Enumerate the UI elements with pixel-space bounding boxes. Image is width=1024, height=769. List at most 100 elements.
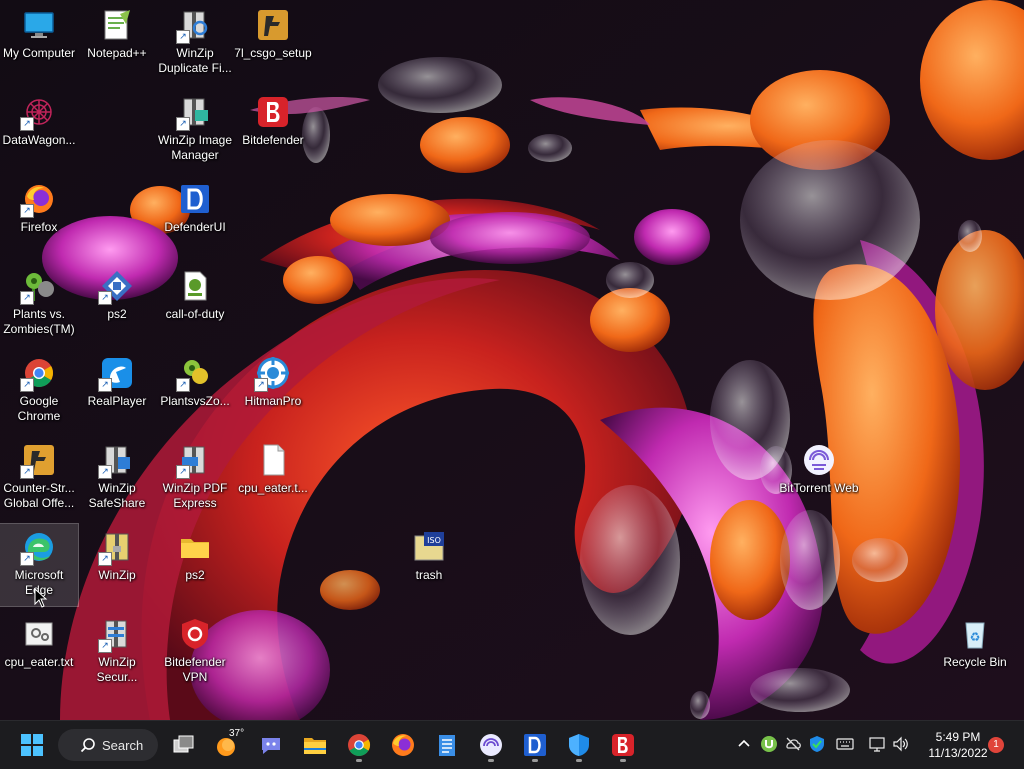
desktop-icon-winzip[interactable]: ↗ WinZip [78, 524, 156, 606]
desktop-icon-label: Counter-Str... Global Offe... [3, 481, 75, 510]
defenderui-taskbar-button[interactable] [516, 727, 554, 763]
realplayer-icon: ↗ [98, 356, 134, 392]
desktop-icon-label: DefenderUI [164, 220, 226, 234]
desktop-icon-firefox[interactable]: ↗ Firefox [0, 176, 78, 258]
teams-chat-button[interactable] [252, 727, 290, 763]
search-label: Search [102, 737, 144, 753]
desktop-icon-my-computer[interactable]: My Computer [0, 2, 78, 84]
shortcut-arrow-icon: ↗ [98, 552, 112, 566]
hitmanpro-icon: ↗ [254, 356, 290, 392]
desktop-icon-label: WinZip SafeShare [88, 481, 146, 510]
desktop-icon-label: My Computer [2, 46, 76, 60]
chrome-icon [348, 734, 370, 756]
shortcut-arrow-icon: ↗ [20, 465, 34, 479]
desktop-icon-hitmanpro[interactable]: ↗ HitmanPro [234, 350, 312, 432]
desktop-icon-bitdefender[interactable]: Bitdefender [234, 89, 312, 171]
tray-utorrent[interactable] [758, 733, 780, 755]
desktop-icon-realplayer[interactable]: ↗ RealPlayer [78, 350, 156, 432]
notification-badge[interactable]: 1 [988, 737, 1004, 753]
desktop-icon-label: call-of-duty [165, 307, 225, 321]
bitdefender-vpn-icon [178, 617, 212, 651]
shortcut-arrow-icon: ↗ [20, 204, 34, 218]
weather-temperature: 37° [229, 728, 245, 739]
firefox-taskbar-button[interactable] [384, 727, 422, 763]
desktop-icon-defenderui[interactable]: DefenderUI [156, 176, 234, 258]
windows-security-taskbar-button[interactable] [560, 727, 598, 763]
winzip-pdf-express-icon: ↗ [176, 443, 212, 479]
desktop-icon-label: Bitdefender [242, 133, 304, 147]
notepad-taskbar-button[interactable] [428, 727, 466, 763]
task-view-button[interactable] [164, 727, 202, 763]
shortcut-arrow-icon: ↗ [98, 639, 112, 653]
winzip-icon: ↗ [98, 530, 134, 566]
desktop-icon-plantsvszombies-2[interactable]: ↗ PlantsvsZo... [156, 350, 234, 432]
settings-file-icon [22, 617, 56, 651]
tray-cloud-offline[interactable] [782, 733, 804, 755]
shortcut-arrow-icon: ↗ [176, 465, 190, 479]
desktop-icon-winzip-pdf-express[interactable]: ↗ WinZip PDF Express [156, 437, 234, 519]
desktop-icon-winzip-image-manager[interactable]: ↗ WinZip Image Manager [156, 89, 234, 171]
plants-vs-zombies-icon: ↗ [176, 356, 212, 392]
tray-security[interactable] [806, 733, 828, 755]
desktop-icon-label: ps2 [107, 307, 127, 321]
start-icon [21, 734, 43, 756]
desktop-icon-cpu-eater-txt[interactable]: cpu_eater.txt [0, 611, 78, 693]
desktop-icon-ps2-folder[interactable]: ps2 [156, 524, 234, 606]
csgo-setup-icon [256, 8, 290, 42]
running-indicator [620, 759, 626, 762]
file-explorer-icon [304, 738, 326, 754]
edge-icon: ↗ [20, 530, 56, 566]
task-view-icon [173, 735, 194, 753]
start-button[interactable] [13, 727, 51, 763]
defenderui-icon [524, 734, 546, 756]
taskbar-clock[interactable]: 5:49 PM 11/13/2022 [918, 729, 998, 761]
desktop-icon-datawagon[interactable]: ↗ DataWagon... [0, 89, 78, 171]
bitdefender-icon [612, 734, 634, 756]
desktop-icon-notepad-plus-plus[interactable]: Notepad++ [78, 2, 156, 84]
winzip-secure-icon: ↗ [98, 617, 134, 653]
ps2-emulator-icon: ↗ [98, 269, 134, 305]
tray-network[interactable] [866, 733, 888, 755]
desktop-icon-label: Plants vs. Zombies(TM) [3, 307, 75, 336]
desktop-icon-bitdefender-vpn[interactable]: Bitdefender VPN [156, 611, 234, 693]
desktop-icon-label: cpu_eater.txt [4, 655, 74, 669]
file-explorer-button[interactable] [296, 727, 334, 763]
desktop-icon-csgo-setup[interactable]: 7l_csgo_setup [234, 2, 312, 84]
show-hidden-icons-button[interactable] [733, 733, 755, 755]
desktop-icon-google-chrome[interactable]: ↗ Google Chrome [0, 350, 78, 432]
tray-keyboard[interactable] [834, 733, 856, 755]
desktop-icon-plants-vs-zombies[interactable]: ↗ Plants vs. Zombies(TM) [0, 263, 78, 345]
desktop-icon-winzip-secure[interactable]: ↗ WinZip Secur... [78, 611, 156, 693]
taskbar: Search 37° 5:49 PM 11/13/2022 1 [0, 720, 1024, 769]
teams-chat-icon [262, 738, 280, 754]
bitdefender-taskbar-button[interactable] [604, 727, 642, 763]
firefox-icon: ↗ [20, 182, 56, 218]
shortcut-arrow-icon: ↗ [98, 378, 112, 392]
desktop-icon-label: Bitdefender VPN [164, 655, 226, 684]
chrome-taskbar-button[interactable] [340, 727, 378, 763]
desktop-icon-cpu-eater-t[interactable]: cpu_eater.t... [234, 437, 312, 519]
desktop-icon-recycle-bin[interactable]: ♻ Recycle Bin [936, 611, 1014, 693]
desktop-icon-counter-strike[interactable]: ↗ Counter-Str... Global Offe... [0, 437, 78, 519]
desktop-icon-bittorrent-web[interactable]: BitTorrent Web [779, 437, 859, 519]
running-indicator [356, 759, 362, 762]
chevron-up-icon [738, 739, 750, 747]
winzip-image-manager-icon: ↗ [176, 95, 212, 131]
datawagon-icon: ↗ [20, 95, 56, 131]
desktop-icon-ps2-shortcut[interactable]: ↗ ps2 [78, 263, 156, 345]
tray-volume[interactable] [890, 733, 912, 755]
taskbar-search-button[interactable]: Search [58, 729, 158, 761]
shield-check-icon [810, 736, 824, 752]
desktop-icon-winzip-duplicate-finder[interactable]: ↗ WinZip Duplicate Fi... [156, 2, 234, 84]
desktop-icon-call-of-duty[interactable]: call-of-duty [156, 263, 234, 345]
desktop-icon-winzip-safeshare[interactable]: ↗ WinZip SafeShare [78, 437, 156, 519]
shortcut-arrow-icon: ↗ [176, 30, 190, 44]
desktop-icon-label: Recycle Bin [943, 655, 1007, 669]
desktop-icon-label: WinZip Duplicate Fi... [158, 46, 232, 75]
running-indicator [488, 759, 494, 762]
search-icon [80, 738, 95, 753]
firefox-icon [392, 734, 414, 756]
desktop-icon-trash-iso[interactable]: ISO trash [390, 524, 468, 606]
running-indicator [532, 759, 538, 762]
bittorrent-taskbar-button[interactable] [472, 727, 510, 763]
